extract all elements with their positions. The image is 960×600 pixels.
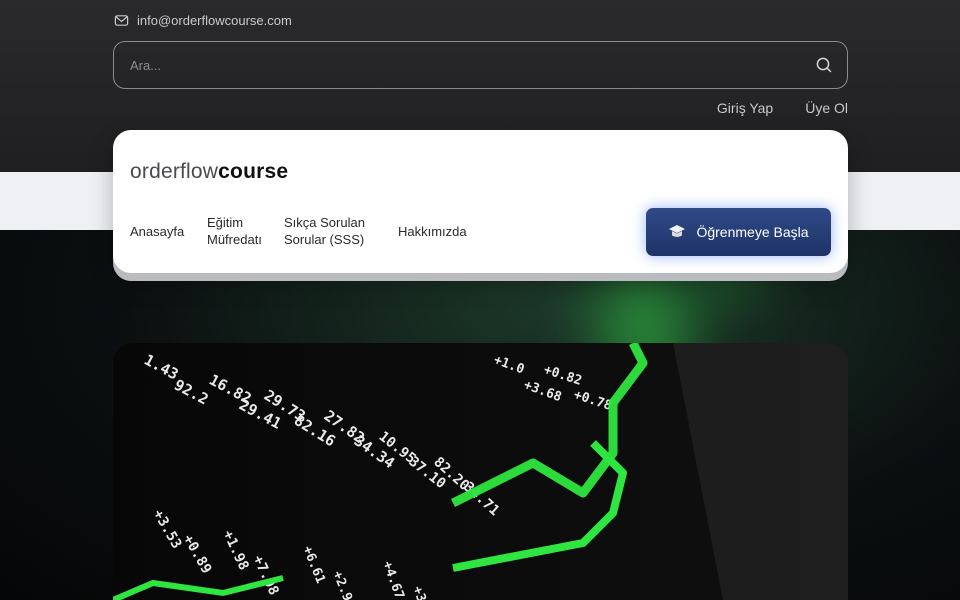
start-learning-button[interactable]: Öğrenmeye Başla: [646, 208, 831, 256]
stock-ticker-graphic: 1.4392.216.8229.4129.7382.1627.8234.3410…: [113, 343, 848, 600]
contact-email[interactable]: info@orderflowcourse.com: [114, 11, 292, 29]
nav-item-about[interactable]: Hakkımızda: [398, 223, 467, 240]
register-link[interactable]: Üye Ol: [805, 100, 848, 116]
mail-icon: [114, 14, 129, 26]
login-link[interactable]: Giriş Yap: [717, 100, 773, 116]
nav-item-faq[interactable]: Sıkça Sorulan Sorular (SSS): [284, 214, 398, 248]
nav-item-curriculum[interactable]: Eğitim Müfredatı: [207, 214, 284, 248]
site-logo[interactable]: orderflowcourse: [130, 160, 288, 184]
nav-card: orderflowcourse Anasayfa Eğitim Müfredat…: [113, 130, 848, 273]
main-nav: Anasayfa Eğitim Müfredatı Sıkça Sorulan …: [130, 214, 467, 248]
start-learning-label: Öğrenmeye Başla: [696, 224, 809, 240]
search-bar[interactable]: [113, 41, 848, 89]
search-icon[interactable]: [815, 56, 833, 74]
logo-text-bold: course: [218, 160, 289, 183]
nav-item-home[interactable]: Anasayfa: [130, 223, 207, 240]
hero-image: 1.43 92.2 16.82 29.41 29.73 82.16 27.82 34.34 10…: [113, 343, 848, 600]
logo-text-light: orderflow: [130, 160, 219, 183]
graduation-cap-icon: [669, 225, 686, 237]
search-input[interactable]: [130, 57, 815, 73]
contact-email-text[interactable]: info@orderflowcourse.com: [137, 13, 292, 28]
auth-links: Giriş Yap Üye Ol: [717, 100, 848, 116]
